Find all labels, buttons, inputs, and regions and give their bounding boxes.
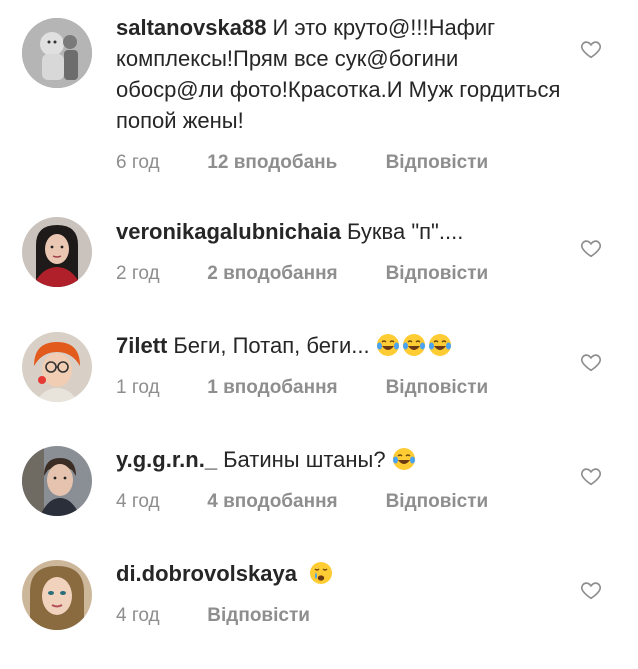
avatar[interactable] xyxy=(22,332,92,402)
comment-meta: 6 год 12 вподобань Відповісти xyxy=(116,152,566,174)
heart-outline-icon[interactable] xyxy=(580,465,602,487)
comment-body: y.g.g.r.n._ Батины штаны? 4 год 4 вподоба… xyxy=(116,444,566,513)
comment-message: Батины штаны? xyxy=(223,447,386,472)
doll-figure-avatar-icon xyxy=(22,18,92,88)
comment-username[interactable]: saltanovska88 xyxy=(116,15,266,40)
comment-username[interactable]: y.g.g.r.n._ xyxy=(116,447,217,472)
comment-likes-count[interactable]: 2 вподобання xyxy=(207,263,380,285)
comment-time: 2 год xyxy=(116,263,160,284)
comment-text: 7ilett Беги, Потап, беги... xyxy=(116,330,566,361)
avatar[interactable] xyxy=(22,217,92,287)
comment-body: veronikagalubnichaia Буква "п".... 2 год … xyxy=(116,216,566,285)
woman-blonde-avatar-icon xyxy=(22,560,92,630)
woman-red-hair-glasses-avatar-icon xyxy=(22,332,92,402)
crying-face-emoji-icon xyxy=(310,562,333,584)
comment-username[interactable]: 7ilett xyxy=(116,333,167,358)
comment-time: 4 год xyxy=(116,491,160,512)
comment-likes-count[interactable]: 12 вподобань xyxy=(207,152,380,174)
tears-of-joy-emoji-icon xyxy=(392,448,415,470)
comment-likes-count[interactable]: 1 вподобання xyxy=(207,377,380,399)
heart-outline-icon[interactable] xyxy=(580,237,602,259)
comment-meta: 4 год Відповісти xyxy=(116,605,566,627)
tears-of-joy-emoji-icon xyxy=(376,334,399,356)
avatar[interactable] xyxy=(22,18,92,88)
man-portrait-avatar-icon xyxy=(22,446,92,516)
tears-of-joy-emoji-icon xyxy=(402,334,425,356)
heart-outline-icon[interactable] xyxy=(580,351,602,373)
comment-body: 7ilett Беги, Потап, беги... 1 год 1 впод… xyxy=(116,330,566,399)
tears-of-joy-emoji-icon xyxy=(428,334,451,356)
comment-meta: 4 год 4 вподобання Відповісти xyxy=(116,491,566,513)
comment-body: saltanovska88 И это круто@!!!Нафиг компле… xyxy=(116,12,566,174)
heart-outline-icon[interactable] xyxy=(580,38,602,60)
comment-time: 4 год xyxy=(116,605,160,626)
comment-username[interactable]: veronikagalubnichaia xyxy=(116,219,341,244)
comment-likes-count[interactable]: 4 вподобання xyxy=(207,491,380,513)
reply-button[interactable]: Відповісти xyxy=(386,491,489,513)
comment-text: y.g.g.r.n._ Батины штаны? xyxy=(116,444,566,475)
comment-time: 1 год xyxy=(116,377,160,398)
heart-outline-icon[interactable] xyxy=(580,579,602,601)
avatar[interactable] xyxy=(22,446,92,516)
comment-body: di.dobrovolskaya 4 год Відповісти xyxy=(116,558,566,627)
comment-message: Буква "п".... xyxy=(346,219,464,244)
comment-meta: 2 год 2 вподобання Відповісти xyxy=(116,263,566,285)
reply-button[interactable]: Відповісти xyxy=(386,263,489,285)
avatar[interactable] xyxy=(22,560,92,630)
reply-button[interactable]: Відповісти xyxy=(386,377,489,399)
reply-button[interactable]: Відповісти xyxy=(207,605,310,627)
comment-meta: 1 год 1 вподобання Відповісти xyxy=(116,377,566,399)
comment-message: Беги, Потап, беги... xyxy=(173,333,370,358)
woman-dark-hair-avatar-icon xyxy=(22,217,92,287)
comment-text: veronikagalubnichaia Буква "п".... xyxy=(116,216,566,247)
comment-username[interactable]: di.dobrovolskaya xyxy=(116,561,297,586)
comment-text: saltanovska88 И это круто@!!!Нафиг компле… xyxy=(116,12,566,136)
comment-text: di.dobrovolskaya xyxy=(116,558,566,589)
comment-time: 6 год xyxy=(116,152,160,173)
reply-button[interactable]: Відповісти xyxy=(386,152,489,174)
